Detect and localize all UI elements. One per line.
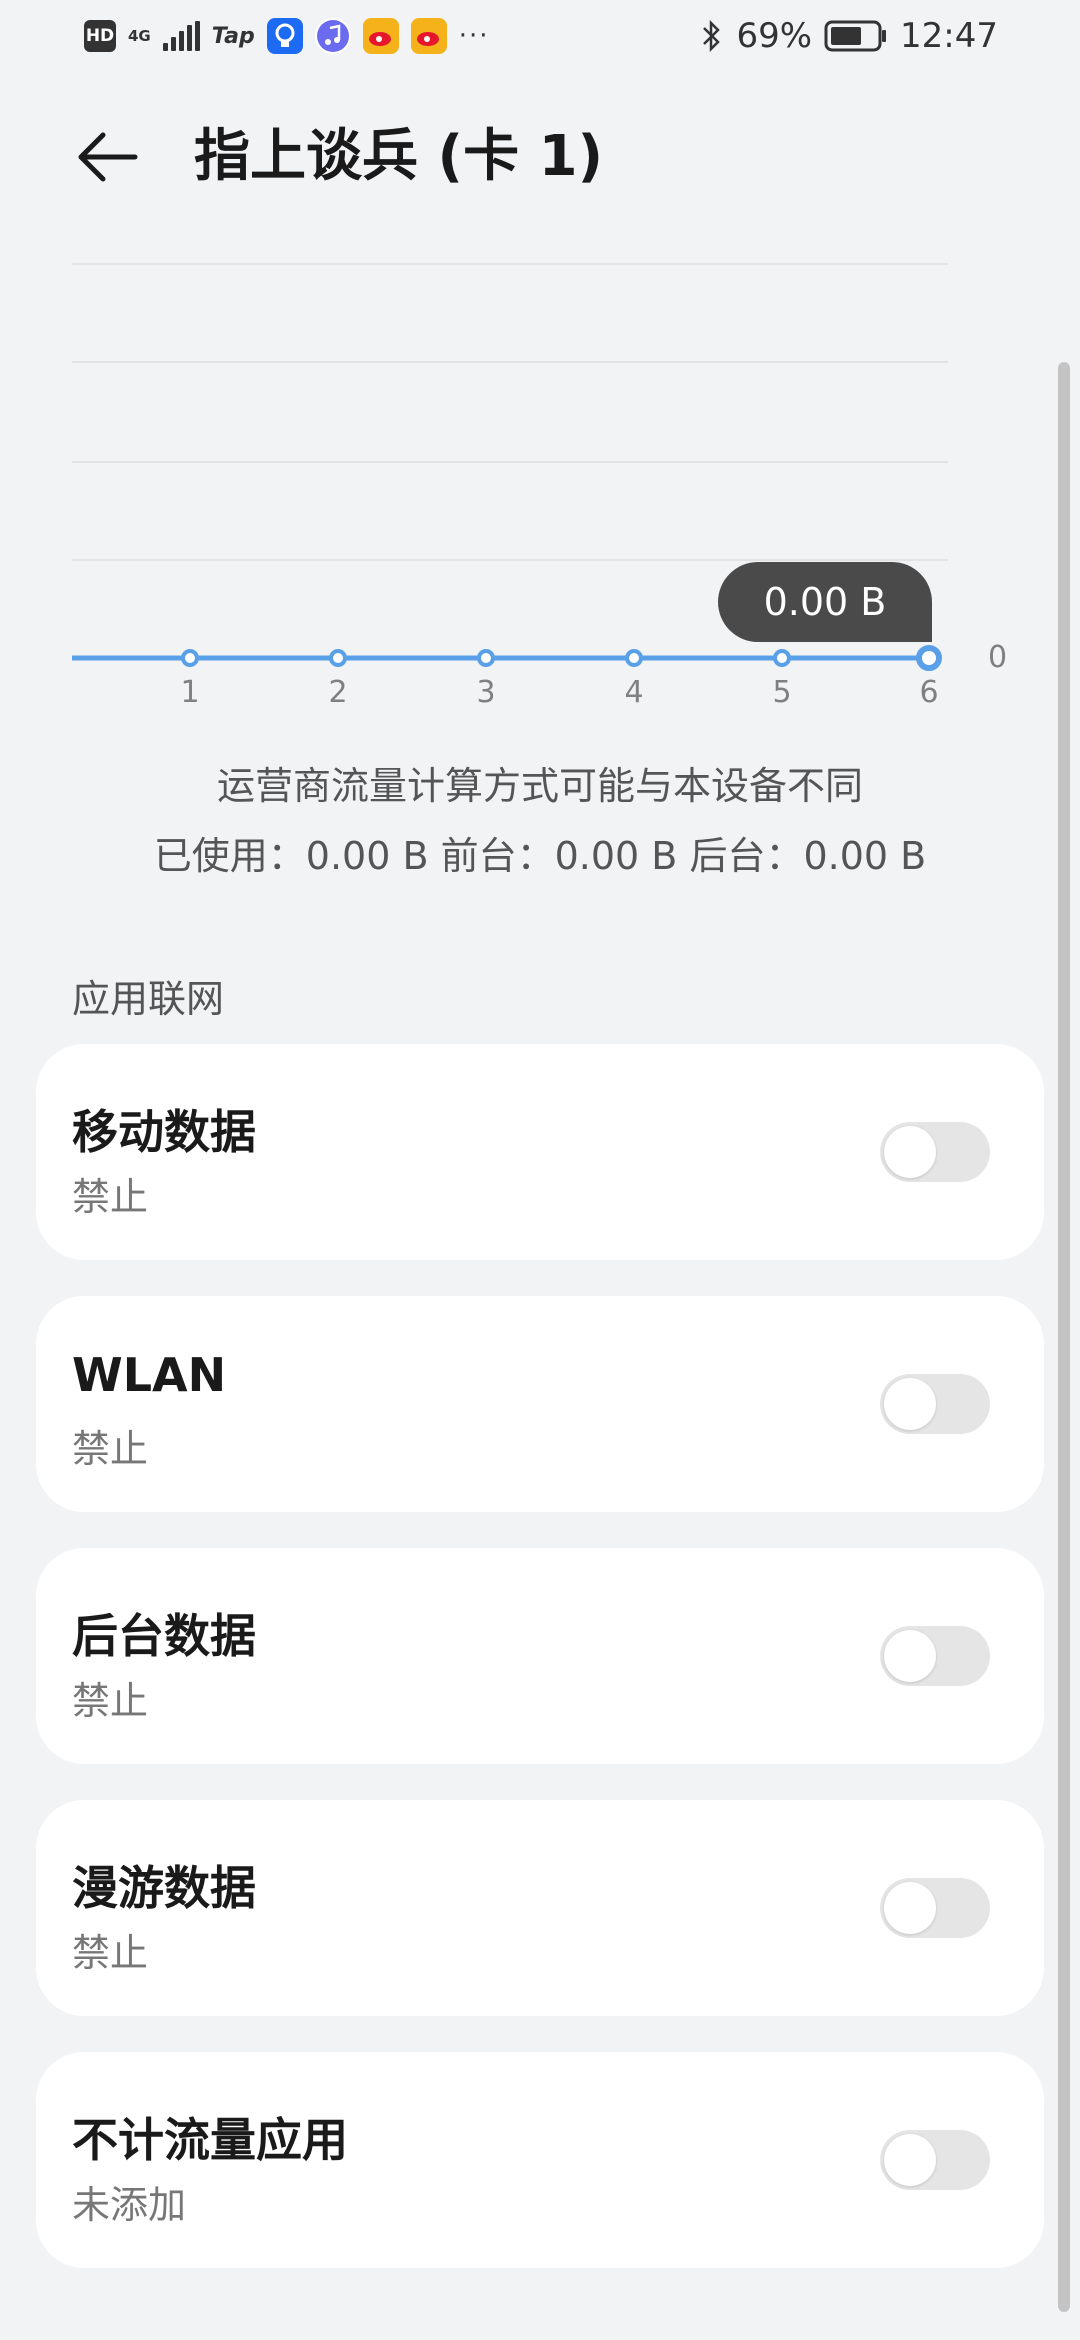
usage-chart: 1 2 3 4 5 6 0.00 B 0 xyxy=(0,240,1080,720)
card-mobile-data[interactable]: 移动数据 禁止 xyxy=(36,1044,1044,1260)
status-bar: HD 4G Tap ··· 69% 12:47 xyxy=(0,0,1080,72)
x-tick-label: 2 xyxy=(328,675,347,710)
card-title: 移动数据 xyxy=(72,1105,256,1159)
status-left: HD 4G Tap ··· xyxy=(84,16,490,56)
taptap-icon: Tap xyxy=(211,23,255,49)
section-title: 应用联网 xyxy=(72,977,225,1021)
card-subtitle: 禁止 xyxy=(72,1175,149,1219)
weibo-app-icon-2 xyxy=(410,18,447,54)
unmetered-apps-toggle[interactable] xyxy=(880,2130,990,2190)
signal-icon xyxy=(162,21,200,51)
network-type-icon: 4G xyxy=(128,26,151,45)
roaming-data-toggle[interactable] xyxy=(880,1878,990,1938)
x-tick-label: 3 xyxy=(476,675,495,710)
toggle-knob xyxy=(884,1630,936,1682)
card-title: WLAN xyxy=(72,1348,227,1402)
battery-icon xyxy=(824,20,887,52)
battery-percent: 69% xyxy=(736,16,813,56)
lightbulb-app-icon xyxy=(266,18,303,54)
clock: 12:47 xyxy=(900,16,998,56)
usage-summary: 已使用：0.00 B 前台：0.00 B 后台：0.00 B xyxy=(153,834,927,878)
x-tick-label: 5 xyxy=(772,675,791,710)
card-roaming-data[interactable]: 漫游数据 禁止 xyxy=(36,1800,1044,2016)
card-subtitle: 禁止 xyxy=(72,1679,149,1723)
card-background-data[interactable]: 后台数据 禁止 xyxy=(36,1548,1044,1764)
back-button[interactable] xyxy=(72,122,142,192)
usage-tooltip: 0.00 B xyxy=(718,562,932,642)
x-tick-label: 6 xyxy=(919,675,938,710)
page-title: 指上谈兵 (卡 1) xyxy=(194,124,604,189)
selected-data-point[interactable] xyxy=(916,645,942,671)
card-subtitle: 未添加 xyxy=(72,2183,187,2227)
status-right: 69% 12:47 xyxy=(700,16,998,56)
toggle-knob xyxy=(884,2134,936,2186)
screen: HD 4G Tap ··· 69% 12:47 指上谈兵 (卡 1) 1 2 3… xyxy=(0,0,1080,2340)
music-app-icon xyxy=(314,18,351,54)
background-data-toggle[interactable] xyxy=(880,1626,990,1686)
card-unmetered-apps[interactable]: 不计流量应用 未添加 xyxy=(36,2052,1044,2268)
toggle-knob xyxy=(884,1882,936,1934)
toggle-knob xyxy=(884,1378,936,1430)
bluetooth-icon xyxy=(703,19,721,53)
card-subtitle: 禁止 xyxy=(72,1427,149,1471)
card-title: 后台数据 xyxy=(72,1609,256,1663)
data-point[interactable] xyxy=(477,649,495,667)
usage-chart-svg: 1 2 3 4 5 6 xyxy=(72,263,948,710)
x-tick-label: 1 xyxy=(180,675,199,710)
x-tick-label: 4 xyxy=(624,675,643,710)
hd-icon: HD xyxy=(84,20,116,52)
data-point[interactable] xyxy=(625,649,643,667)
card-wlan[interactable]: WLAN 禁止 xyxy=(36,1296,1044,1512)
card-subtitle: 禁止 xyxy=(72,1931,149,1975)
scrollbar[interactable] xyxy=(1058,362,1070,2312)
y-axis-zero-label: 0 xyxy=(988,640,1008,675)
data-point[interactable] xyxy=(181,649,199,667)
toggle-knob xyxy=(884,1126,936,1178)
weibo-app-icon xyxy=(362,18,399,54)
card-title: 漫游数据 xyxy=(72,1861,256,1915)
wlan-toggle[interactable] xyxy=(880,1374,990,1434)
data-point[interactable] xyxy=(329,649,347,667)
card-title: 不计流量应用 xyxy=(72,2113,348,2167)
data-point[interactable] xyxy=(773,649,791,667)
back-arrow-icon xyxy=(78,132,138,182)
carrier-note: 运营商流量计算方式可能与本设备不同 xyxy=(216,764,863,808)
more-notifications-icon: ··· xyxy=(458,21,490,51)
mobile-data-toggle[interactable] xyxy=(880,1122,990,1182)
